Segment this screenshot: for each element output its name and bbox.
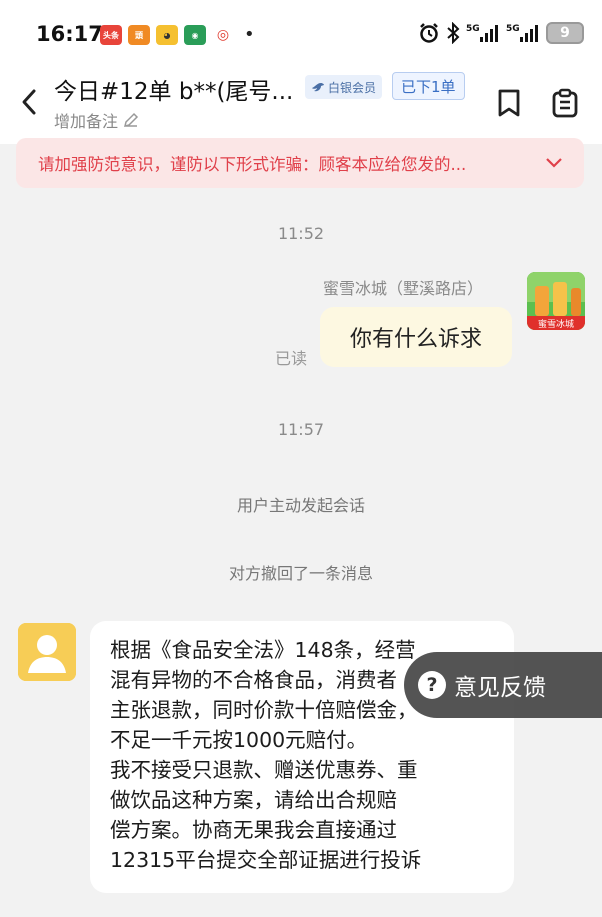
feedback-label: 意见反馈 bbox=[454, 675, 546, 701]
status-time: 16:17 bbox=[36, 22, 103, 46]
bookmark-button[interactable] bbox=[492, 86, 526, 120]
battery-icon: 9 bbox=[546, 22, 584, 44]
bird-icon bbox=[312, 83, 324, 92]
notification-icons: 头条 頭 ◕ ◉ ◎ • bbox=[100, 25, 255, 45]
order-detail-button[interactable] bbox=[548, 86, 582, 120]
signal-icon-2: 5G bbox=[506, 22, 540, 44]
order-count-badge[interactable]: 已下1单 bbox=[392, 72, 465, 100]
user-avatar[interactable] bbox=[18, 623, 76, 681]
yellow-app-icon: ◕ bbox=[156, 25, 178, 45]
map-app-icon: ◉ bbox=[184, 25, 206, 45]
svg-text:5G: 5G bbox=[466, 24, 480, 34]
read-status: 已读 bbox=[275, 349, 308, 368]
svg-text:蜜雪冰城: 蜜雪冰城 bbox=[538, 318, 574, 330]
pencil-icon bbox=[123, 112, 139, 128]
timestamp: 11:57 bbox=[277, 420, 325, 439]
person-icon bbox=[18, 623, 76, 681]
question-icon: ? bbox=[418, 671, 446, 699]
news-app-icon: 頭 bbox=[128, 25, 150, 45]
chat-header: 今日#12单 b**(尾号... 白银会员 已下1单 增加备注 bbox=[0, 70, 602, 144]
weibo-app-icon: ◎ bbox=[212, 25, 234, 45]
clipboard-icon bbox=[552, 88, 578, 118]
chevron-left-icon bbox=[22, 89, 36, 115]
page-title: 今日#12单 b**(尾号... bbox=[54, 79, 294, 105]
alarm-icon bbox=[418, 22, 440, 44]
member-badge: 白银会员 bbox=[305, 75, 383, 99]
outgoing-message[interactable]: 你有什么诉求 bbox=[320, 307, 512, 367]
bluetooth-icon bbox=[446, 22, 460, 44]
chevron-down-icon[interactable] bbox=[542, 151, 566, 175]
bookmark-icon bbox=[498, 89, 520, 117]
remark-label: 增加备注 bbox=[54, 112, 119, 131]
warning-text: 请加强防范意识，谨防以下形式诈骗：顾客本应给您发的... bbox=[38, 155, 467, 174]
fraud-warning-banner[interactable]: 请加强防范意识，谨防以下形式诈骗：顾客本应给您发的... bbox=[16, 138, 584, 188]
toutiao-app-icon: 头条 bbox=[100, 25, 122, 45]
store-avatar[interactable]: 蜜雪冰城 bbox=[527, 272, 585, 330]
feedback-button[interactable]: ? 意见反馈 bbox=[404, 652, 602, 718]
system-message: 用户主动发起会话 bbox=[236, 496, 365, 515]
svg-text:5G: 5G bbox=[506, 24, 520, 34]
member-badge-label: 白银会员 bbox=[328, 80, 377, 95]
more-notifications-dot: • bbox=[244, 24, 255, 45]
timestamp: 11:52 bbox=[277, 224, 325, 243]
system-message: 对方撤回了一条消息 bbox=[228, 564, 373, 583]
system-icons: 5G 5G 9 bbox=[418, 22, 584, 44]
sender-name: 蜜雪冰城（墅溪路店） bbox=[323, 279, 484, 298]
add-remark-button[interactable]: 增加备注 bbox=[54, 108, 140, 132]
back-button[interactable] bbox=[14, 84, 44, 120]
signal-icon: 5G bbox=[466, 22, 500, 44]
status-bar: 16:17 头条 頭 ◕ ◉ ◎ • 5G 5G 9 bbox=[0, 0, 602, 70]
